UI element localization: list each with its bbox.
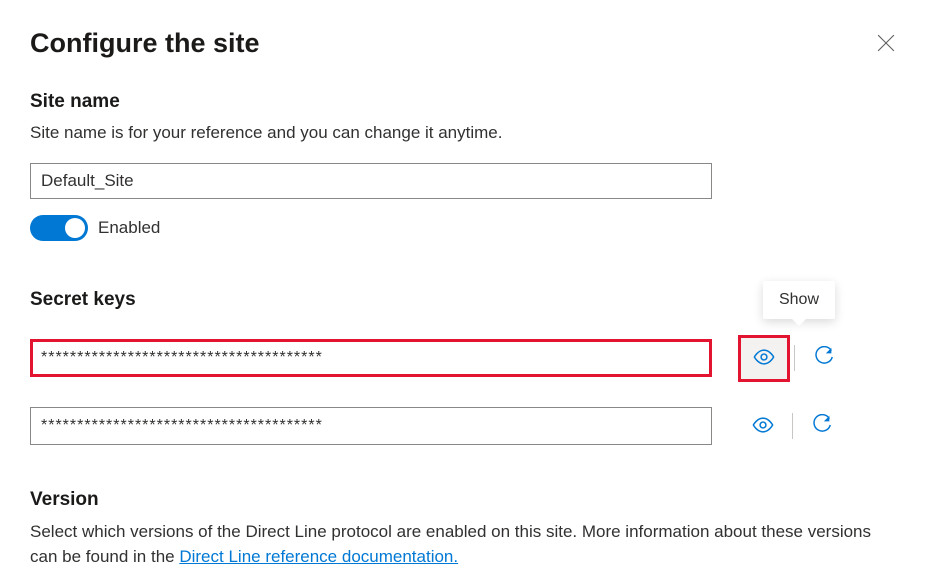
site-name-input[interactable]	[30, 163, 712, 199]
secret-key-2-input[interactable]	[30, 407, 712, 445]
show-key-1-button[interactable]	[738, 335, 790, 382]
enabled-toggle[interactable]	[30, 215, 88, 241]
close-icon	[877, 34, 895, 55]
panel-title: Configure the site	[30, 28, 260, 59]
version-section: Version Select which versions of the Dir…	[30, 489, 901, 570]
regenerate-key-2-button[interactable]	[797, 404, 847, 449]
version-label: Version	[30, 489, 901, 511]
toggle-knob	[65, 218, 85, 238]
secret-keys-section: Secret keys Show	[30, 289, 901, 449]
eye-icon	[752, 414, 774, 439]
secret-key-1-actions	[738, 335, 849, 382]
refresh-icon	[813, 346, 835, 371]
action-divider	[794, 345, 795, 371]
secret-key-2-actions	[738, 404, 847, 449]
close-button[interactable]	[871, 28, 901, 61]
version-description: Select which versions of the Direct Line…	[30, 519, 901, 570]
secret-key-row-2	[30, 404, 901, 449]
secret-key-1-input[interactable]	[30, 339, 712, 377]
site-name-section: Site name Site name is for your referenc…	[30, 91, 901, 241]
secret-key-row-1: Show	[30, 335, 901, 382]
eye-icon	[753, 346, 775, 371]
enabled-toggle-label: Enabled	[98, 218, 160, 238]
action-divider	[792, 413, 793, 439]
regenerate-key-1-button[interactable]	[799, 336, 849, 381]
site-name-description: Site name is for your reference and you …	[30, 121, 901, 145]
show-key-2-button[interactable]	[738, 404, 788, 449]
show-tooltip: Show	[763, 281, 835, 319]
site-name-label: Site name	[30, 91, 901, 113]
direct-line-docs-link[interactable]: Direct Line reference documentation.	[179, 547, 458, 566]
refresh-icon	[811, 414, 833, 439]
